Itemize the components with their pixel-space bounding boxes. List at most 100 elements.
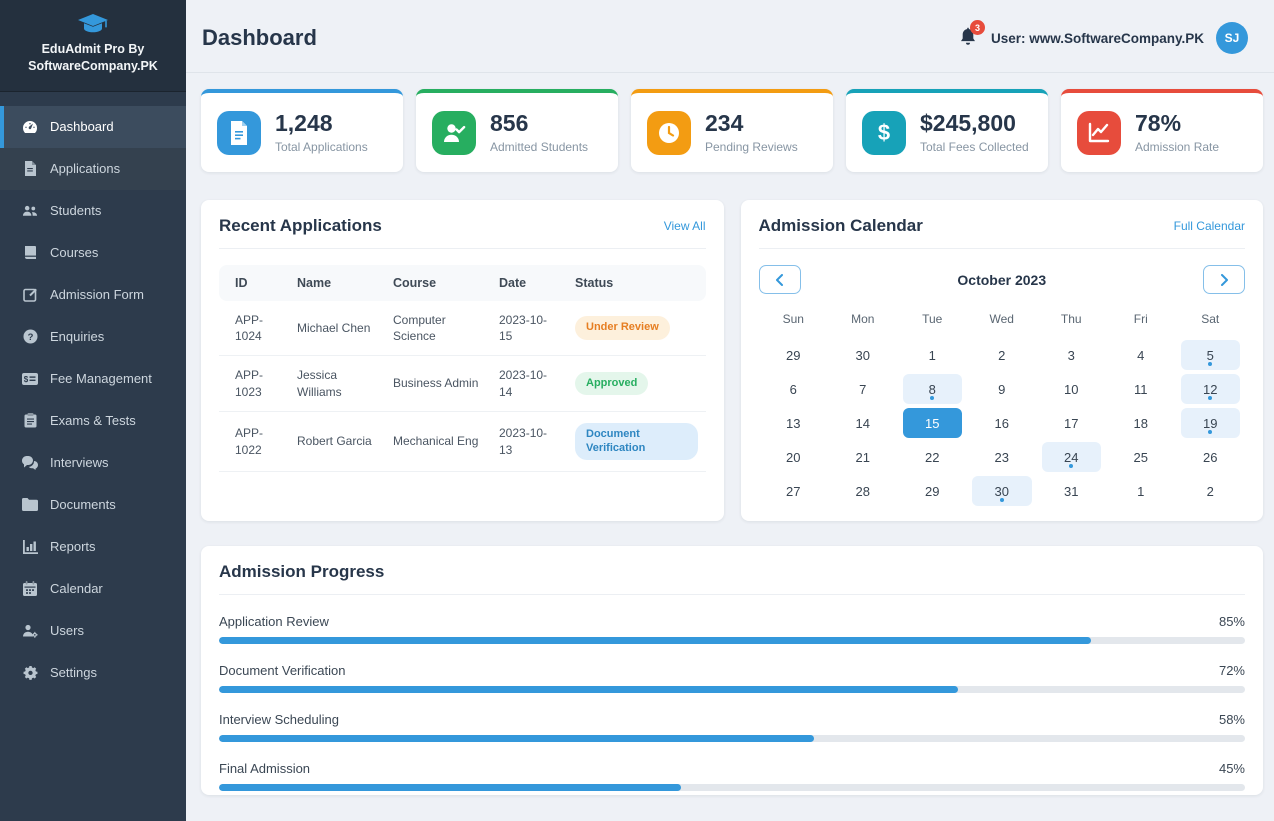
user-gear-icon <box>22 623 38 639</box>
calendar-day[interactable]: 17 <box>1042 408 1102 438</box>
progress-bar <box>219 784 1245 791</box>
calendar-day[interactable]: 14 <box>833 408 893 438</box>
sidebar-item-settings[interactable]: Settings <box>0 652 186 694</box>
sidebar-item-label: Dashboard <box>50 119 114 134</box>
calendar-day[interactable]: 24 <box>1042 442 1102 472</box>
full-calendar-link[interactable]: Full Calendar <box>1174 219 1245 233</box>
calendar-day[interactable]: 16 <box>972 408 1032 438</box>
calendar-day[interactable]: 1 <box>903 340 963 370</box>
calendar-grid: Sun Mon Tue Wed Thu Fri Sat 29 30 1 2 3 … <box>759 312 1246 508</box>
calendar-day[interactable]: 21 <box>833 442 893 472</box>
header-user-area: 3 User: www.SoftwareCompany.PK SJ <box>959 22 1248 54</box>
calendar-day[interactable]: 19 <box>1181 408 1241 438</box>
calendar-day[interactable]: 9 <box>972 374 1032 404</box>
notification-bell-icon[interactable]: 3 <box>959 27 979 49</box>
sidebar-item-label: Reports <box>50 539 96 554</box>
chevron-left-icon <box>775 274 784 286</box>
sidebar-item-label: Users <box>50 623 84 638</box>
sidebar-menu: Dashboard Applications Students Courses … <box>0 92 186 694</box>
calendar-day[interactable]: 4 <box>1111 340 1171 370</box>
calendar-day[interactable]: 28 <box>833 476 893 506</box>
sidebar-item-dashboard[interactable]: Dashboard <box>0 106 186 148</box>
calendar-day[interactable]: 29 <box>903 476 963 506</box>
sidebar-item-interviews[interactable]: Interviews <box>0 442 186 484</box>
sidebar-item-reports[interactable]: Reports <box>0 526 186 568</box>
topbar: Dashboard 3 User: www.SoftwareCompany.PK… <box>186 0 1274 73</box>
calendar-day[interactable]: 31 <box>1042 476 1102 506</box>
column-header-date: Date <box>491 265 567 301</box>
progress-label: Final Admission <box>219 761 310 776</box>
table-row[interactable]: APP-1024 Michael Chen Computer Science 2… <box>219 301 706 356</box>
sidebar: EduAdmit Pro By SoftwareCompany.PK Dashb… <box>0 0 186 821</box>
page-title: Dashboard <box>202 25 317 51</box>
day-name: Tue <box>898 312 968 338</box>
stat-card-pending-reviews: 234 Pending Reviews <box>631 89 833 172</box>
calendar-day[interactable]: 23 <box>972 442 1032 472</box>
sidebar-item-label: Applications <box>50 161 120 176</box>
calendar-day[interactable]: 2 <box>972 340 1032 370</box>
sidebar-item-courses[interactable]: Courses <box>0 232 186 274</box>
sidebar-item-applications[interactable]: Applications <box>0 148 186 190</box>
calendar-day[interactable]: 29 <box>764 340 824 370</box>
calendar-day[interactable]: 27 <box>764 476 824 506</box>
edit-form-icon <box>22 287 38 303</box>
table-row[interactable]: APP-1022 Robert Garcia Mechanical Eng 20… <box>219 411 706 472</box>
sidebar-item-users[interactable]: Users <box>0 610 186 652</box>
stat-value: 1,248 <box>275 111 368 136</box>
progress-bar <box>219 735 1245 742</box>
calendar-day[interactable]: 30 <box>972 476 1032 506</box>
admission-calendar-panel: Admission Calendar Full Calendar October… <box>741 200 1264 521</box>
calendar-day[interactable]: 8 <box>903 374 963 404</box>
view-all-link[interactable]: View All <box>664 219 706 233</box>
sidebar-item-admission-form[interactable]: Admission Form <box>0 274 186 316</box>
calendar-prev-button[interactable] <box>759 265 801 294</box>
panel-title: Recent Applications <box>219 216 382 236</box>
cell-course: Mechanical Eng <box>385 411 491 472</box>
progress-item: Interview Scheduling 58% <box>219 712 1245 742</box>
stat-cards: 1,248 Total Applications 856 Admitted St… <box>201 89 1263 172</box>
calendar-day[interactable]: 18 <box>1111 408 1171 438</box>
calendar-day[interactable]: 11 <box>1111 374 1171 404</box>
svg-text:$: $ <box>24 375 29 384</box>
sidebar-item-fee-management[interactable]: $ Fee Management <box>0 358 186 400</box>
calendar-day[interactable]: 5 <box>1181 340 1241 370</box>
calendar-day[interactable]: 25 <box>1111 442 1171 472</box>
calendar-day[interactable]: 30 <box>833 340 893 370</box>
calendar-day[interactable]: 12 <box>1181 374 1241 404</box>
calendar-day[interactable]: 2 <box>1181 476 1241 506</box>
calendar-next-button[interactable] <box>1203 265 1245 294</box>
progress-label: Document Verification <box>219 663 345 678</box>
stat-value: 78% <box>1135 111 1219 136</box>
calendar-day[interactable]: 13 <box>764 408 824 438</box>
status-badge: Document Verification <box>575 423 698 461</box>
calendar-day[interactable]: 22 <box>903 442 963 472</box>
stat-card-admission-rate: 78% Admission Rate <box>1061 89 1263 172</box>
sidebar-item-enquiries[interactable]: ? Enquiries <box>0 316 186 358</box>
sidebar-item-documents[interactable]: Documents <box>0 484 186 526</box>
day-name: Wed <box>967 312 1037 338</box>
calendar-day[interactable]: 1 <box>1111 476 1171 506</box>
calendar-day[interactable]: 20 <box>764 442 824 472</box>
day-name: Fri <box>1106 312 1176 338</box>
avatar[interactable]: SJ <box>1216 22 1248 54</box>
day-name: Mon <box>828 312 898 338</box>
brand: EduAdmit Pro By SoftwareCompany.PK <box>0 0 186 92</box>
sidebar-item-calendar[interactable]: Calendar <box>0 568 186 610</box>
sidebar-item-students[interactable]: Students <box>0 190 186 232</box>
table-row[interactable]: APP-1023 Jessica Williams Business Admin… <box>219 356 706 411</box>
clock-icon <box>647 111 691 155</box>
status-badge: Approved <box>575 372 648 396</box>
calendar-day[interactable]: 10 <box>1042 374 1102 404</box>
calendar-day[interactable]: 3 <box>1042 340 1102 370</box>
calendar-day[interactable]: 7 <box>833 374 893 404</box>
user-label: User: www.SoftwareCompany.PK <box>991 31 1204 46</box>
calendar-day[interactable]: 15 <box>903 408 963 438</box>
cell-date: 2023-10-14 <box>491 356 567 411</box>
cell-id: APP-1023 <box>219 356 289 411</box>
stat-label: Admission Rate <box>1135 140 1219 154</box>
book-icon <box>22 245 38 261</box>
calendar-day[interactable]: 26 <box>1181 442 1241 472</box>
sidebar-item-exams-tests[interactable]: Exams & Tests <box>0 400 186 442</box>
progress-label: Interview Scheduling <box>219 712 339 727</box>
calendar-day[interactable]: 6 <box>764 374 824 404</box>
